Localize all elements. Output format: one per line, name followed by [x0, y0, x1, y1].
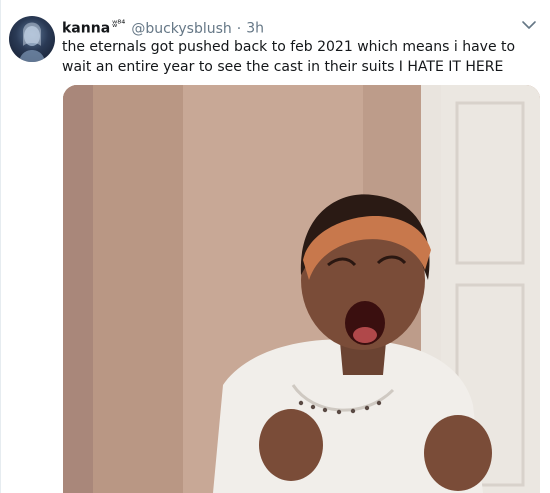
- tweet-header: kanna ʬ⁸⁴ @buckysblush · 3h: [62, 15, 264, 39]
- separator-dot: ·: [236, 20, 242, 37]
- timestamp[interactable]: 3h: [246, 21, 264, 37]
- media-photo: [63, 85, 540, 493]
- avatar[interactable]: [9, 16, 55, 62]
- user-handle[interactable]: @buckysblush: [131, 21, 231, 37]
- tweet-media[interactable]: [63, 85, 540, 493]
- display-name[interactable]: kanna: [62, 21, 110, 37]
- chevron-down-icon[interactable]: [520, 16, 538, 34]
- name-badge: ʬ⁸⁴: [112, 19, 126, 30]
- tweet-text: the eternals got pushed back to feb 2021…: [62, 39, 516, 75]
- avatar-image: [19, 22, 45, 62]
- tweet-card[interactable]: kanna ʬ⁸⁴ @buckysblush · 3h the eternals got…: [0, 0, 550, 493]
